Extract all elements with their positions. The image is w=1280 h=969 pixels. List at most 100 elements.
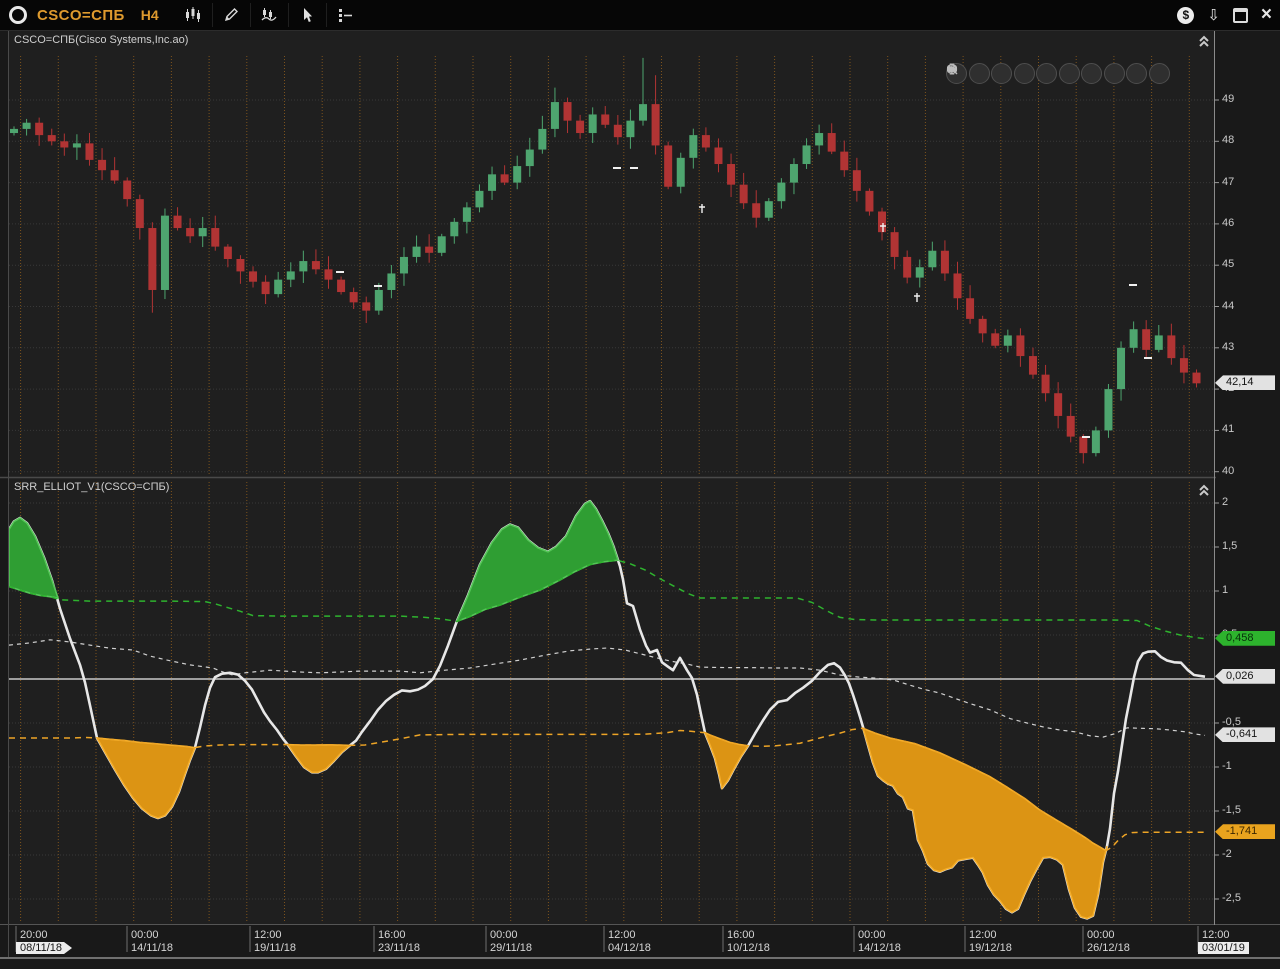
compress-vertical-button[interactable] [1126, 63, 1147, 84]
collapse-price-pane-icon[interactable] [1196, 34, 1212, 48]
zoom-box-button[interactable] [1081, 63, 1102, 84]
candle-body [501, 174, 509, 182]
candle-body [677, 158, 685, 187]
candle-body [916, 267, 924, 277]
indicator-value-tag: -0,641 [1215, 727, 1275, 742]
candle-body [878, 212, 886, 233]
candle-body [475, 191, 483, 208]
candle-body [312, 261, 320, 269]
cursor-button[interactable] [288, 3, 326, 27]
candle-body [765, 201, 773, 218]
candle-body [714, 147, 722, 164]
candle-body [828, 133, 836, 152]
candle-body [903, 257, 911, 278]
price-axis-label: 40 [1222, 465, 1234, 477]
candle-body [979, 319, 987, 333]
candle-body [614, 125, 622, 137]
candle-body [262, 282, 270, 294]
time-axis-label: 16:0010/12/18 [727, 929, 770, 954]
candle-body [249, 271, 257, 281]
draw-pencil-button[interactable] [212, 3, 250, 27]
candle-body [752, 203, 760, 217]
indicator-value-tag: 0,458 [1215, 631, 1275, 646]
candle-body [1167, 335, 1175, 358]
indicator-axis-label: -2,5 [1222, 892, 1241, 904]
candle-body [727, 164, 735, 185]
candle-body [840, 152, 848, 171]
indicator-axis-label: -1,5 [1222, 804, 1241, 816]
candle-body [425, 247, 433, 253]
last-price-tag: 42,14 [1215, 375, 1275, 390]
download-arrow-icon[interactable]: ⇩ [1207, 8, 1220, 23]
indicator-axis-label: -1 [1222, 760, 1232, 772]
candle-body [236, 259, 244, 271]
indicators-button[interactable] [250, 3, 288, 27]
candle-body [1193, 373, 1201, 384]
candle-body [601, 114, 609, 124]
candle-body [199, 228, 207, 236]
scroll-right-fast-button[interactable] [1014, 63, 1035, 84]
indicator-value-tag: 0,026 [1215, 669, 1275, 684]
candle-body [35, 123, 43, 135]
candle-body [211, 228, 219, 247]
candle-body [1092, 430, 1100, 453]
close-icon[interactable]: × [1261, 5, 1272, 24]
candle-body [538, 129, 546, 150]
candle-body [576, 121, 584, 133]
zoom-in-button[interactable] [1036, 63, 1057, 84]
candle-body [299, 261, 307, 271]
candle-body [1117, 348, 1125, 389]
candle-body [790, 164, 798, 183]
price-pane-title: CSCO=СПБ(Cisco Systems,Inc.ао) [14, 34, 188, 46]
currency-dollar-icon[interactable]: $ [1177, 7, 1194, 24]
window-controls: $ ⇩ × [1177, 0, 1272, 30]
candle-body [740, 185, 748, 204]
instrument-status-icon [9, 6, 27, 24]
window-symbol-title: CSCO=СПБ [37, 7, 125, 24]
zoom-out-button[interactable] [1059, 63, 1080, 84]
candle-body [689, 135, 697, 158]
candle-body [891, 232, 899, 257]
candle-body [375, 290, 383, 311]
collapse-indicator-pane-icon[interactable] [1196, 483, 1212, 497]
time-axis-label: 16:0023/11/18 [378, 929, 420, 954]
price-axis-label: 43 [1222, 341, 1234, 353]
indicator-pane-title: SRR_ELLIOT_V1(CSCO=СПБ) [14, 481, 169, 493]
candle-body [803, 145, 811, 164]
candle-body [564, 102, 572, 121]
chart-type-candles-button[interactable] [175, 3, 212, 27]
candle-body [991, 333, 999, 345]
time-axis-label: 00:0014/11/18 [131, 929, 173, 954]
candle-body [161, 216, 169, 290]
candle-body [73, 143, 81, 147]
price-axis-label: 46 [1222, 217, 1234, 229]
scroll-right-button[interactable] [991, 63, 1012, 84]
candle-body [928, 251, 936, 268]
order-levels-button[interactable] [326, 3, 364, 27]
time-axis-label: 12:0003/01/19 [1202, 929, 1249, 954]
candle-body [400, 257, 408, 274]
candle-body [224, 247, 232, 259]
candle-body [48, 135, 56, 141]
candle-body [1067, 416, 1075, 437]
candle-body [1130, 329, 1138, 348]
indicator-axis-label: -0,5 [1222, 716, 1241, 728]
candle-body [1155, 335, 1163, 349]
candle-body [438, 236, 446, 253]
candle-body [853, 170, 861, 191]
indicators-icon [260, 6, 278, 24]
time-axis-label: 00:0026/12/18 [1087, 929, 1130, 954]
go-to-end-icon [946, 63, 958, 75]
candle-body [626, 121, 634, 138]
candle-body [413, 247, 421, 257]
candle-body [702, 135, 710, 147]
candle-body [815, 133, 823, 145]
scroll-left-button[interactable] [969, 63, 990, 84]
maximize-icon[interactable] [1233, 8, 1248, 23]
go-to-end-button[interactable] [1149, 63, 1170, 84]
timeframe-label[interactable]: H4 [141, 7, 159, 23]
price-axis-label: 47 [1222, 176, 1234, 188]
compress-horizontal-button[interactable] [1104, 63, 1125, 84]
candle-body [652, 104, 660, 145]
chart-canvas[interactable] [0, 30, 1280, 969]
